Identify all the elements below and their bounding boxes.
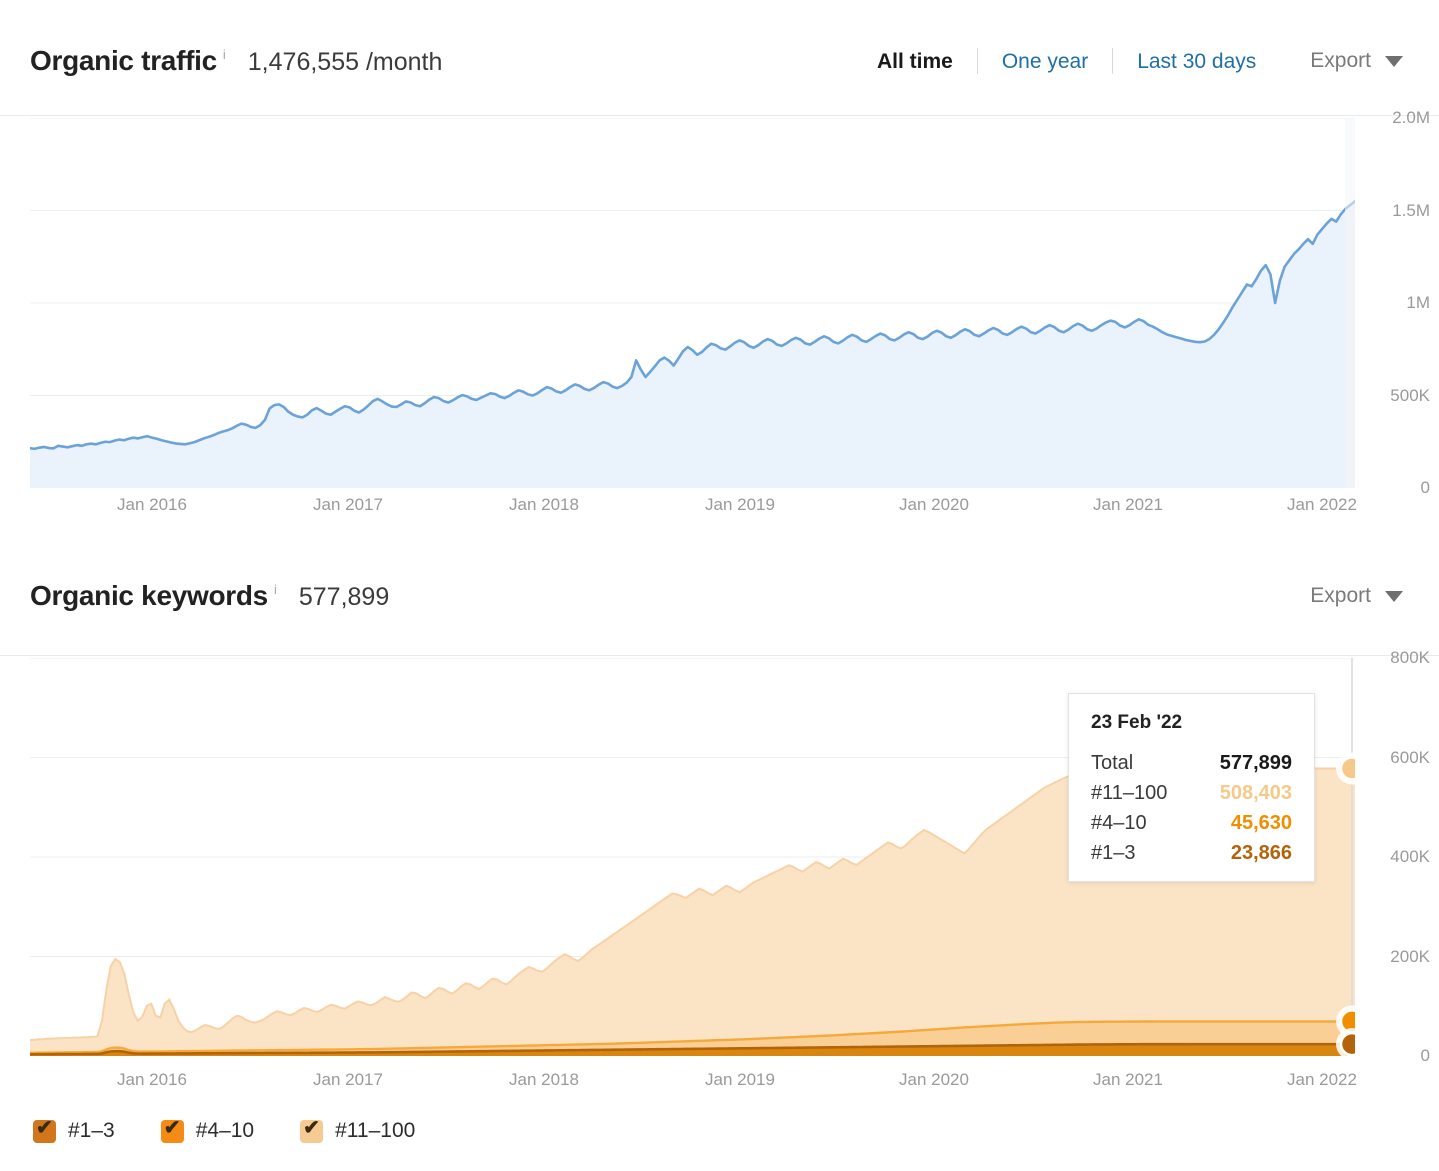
legend-item-1-3[interactable]: ✔ #1–3 [33,1116,115,1143]
check-icon: ✔ [36,1116,53,1139]
chevron-down-icon [1385,55,1403,67]
organic-traffic-chart[interactable] [30,118,1355,488]
y-axis-tick: 2.0M [1392,108,1430,127]
chevron-down-icon [1385,590,1403,602]
tooltip-value: 508,403 [1219,782,1292,804]
export-label: Export [1310,49,1371,72]
y-axis-tick: 1M [1406,293,1430,312]
tab-last-30-days[interactable]: Last 30 days [1113,51,1280,72]
tooltip-value: 577,899 [1219,752,1292,774]
check-icon: ✔ [303,1116,320,1139]
tab-all-time[interactable]: All time [853,51,977,72]
info-icon[interactable]: i [223,47,226,62]
x-axis-tick: Jan 2022 [1287,495,1357,514]
keywords-title: Organic keywords [30,580,268,611]
tooltip-row-1-3: #1–3 23,866 [1091,842,1292,865]
checkbox-1-3[interactable]: ✔ [33,1116,56,1143]
legend-label: #4–10 [195,1119,255,1142]
analytics-page: Organic traffic i 1,476,555 /month All t… [0,0,1439,1171]
tooltip-value: 45,630 [1230,812,1292,834]
export-keywords-button[interactable]: Export [1310,584,1403,608]
x-axis-tick: Jan 2016 [117,495,187,514]
keywords-divider [0,655,1439,656]
tooltip-key: Total [1091,752,1134,774]
y-axis-tick: 0 [1420,1046,1430,1065]
tooltip-key: #11–100 [1091,782,1168,804]
tooltip-row-11-100: #11–100 508,403 [1091,782,1292,805]
y-axis-tick: 600K [1390,747,1430,767]
x-axis-tick: Jan 2017 [313,495,383,514]
traffic-title-group: Organic traffic i 1,476,555 /month [30,45,442,77]
y-axis-tick: 200K [1390,946,1430,966]
chart-tooltip: 23 Feb '22 Total 577,899 #11–100 508,403… [1068,693,1315,882]
legend-label: #11–100 [335,1119,416,1142]
traffic-header-controls: All time One year Last 30 days Export [853,30,1439,92]
tooltip-key: #1–3 [1091,842,1136,864]
organic-keywords-header: Organic keywords i 577,899 Export [0,565,1439,627]
tab-one-year[interactable]: One year [978,51,1112,72]
keywords-value: 577,899 [298,583,390,611]
check-icon: ✔ [163,1116,181,1139]
y-axis-tick: 800K [1390,648,1430,667]
x-axis-tick: Jan 2018 [509,1070,579,1089]
page-title: Organic traffic [30,45,217,76]
keywords-header-controls: Export [1280,565,1439,627]
keywords-title-group: Organic keywords i 577,899 [30,580,389,612]
tooltip-value: 23,866 [1230,842,1292,864]
x-axis-tick: Jan 2019 [705,495,775,514]
legend-item-4-10[interactable]: ✔ #4–10 [160,1116,255,1143]
organic-traffic-header: Organic traffic i 1,476,555 /month All t… [0,30,1439,92]
x-axis-tick: Jan 2018 [509,495,579,514]
x-axis-tick: Jan 2021 [1093,1070,1163,1089]
tooltip-date: 23 Feb '22 [1091,712,1183,733]
y-axis-tick: 400K [1390,847,1430,866]
tooltip-key: #4–10 [1091,812,1147,834]
x-axis-tick: Jan 2017 [313,1070,383,1089]
date-range-tabs: All time One year Last 30 days [853,48,1280,74]
checkbox-11-100[interactable]: ✔ [300,1116,324,1143]
x-axis-tick: Jan 2020 [899,495,969,514]
x-axis-tick: Jan 2021 [1093,495,1163,514]
header-divider [0,115,1439,116]
x-axis-tick: Jan 2022 [1287,1070,1357,1089]
export-label: Export [1310,584,1371,607]
x-axis-tick: Jan 2019 [705,1070,775,1089]
traffic-value: 1,476,555 /month [247,48,443,76]
legend-item-11-100[interactable]: ✔ #11–100 [300,1116,416,1143]
x-axis-tick: Jan 2020 [899,1070,969,1089]
y-axis-tick: 1.5M [1392,200,1430,220]
legend-label: #1–3 [68,1119,115,1142]
checkbox-4-10[interactable]: ✔ [160,1116,184,1143]
info-icon[interactable]: i [274,582,277,597]
tooltip-row-total: Total 577,899 [1091,752,1292,775]
export-traffic-button[interactable]: Export [1310,49,1403,73]
y-axis-tick: 500K [1390,385,1430,405]
tooltip-row-4-10: #4–10 45,630 [1091,812,1292,835]
x-axis-tick: Jan 2016 [117,1070,187,1089]
keywords-legend: ✔ #1–3 ✔ #4–10 ✔ #11–100 [33,1116,416,1143]
